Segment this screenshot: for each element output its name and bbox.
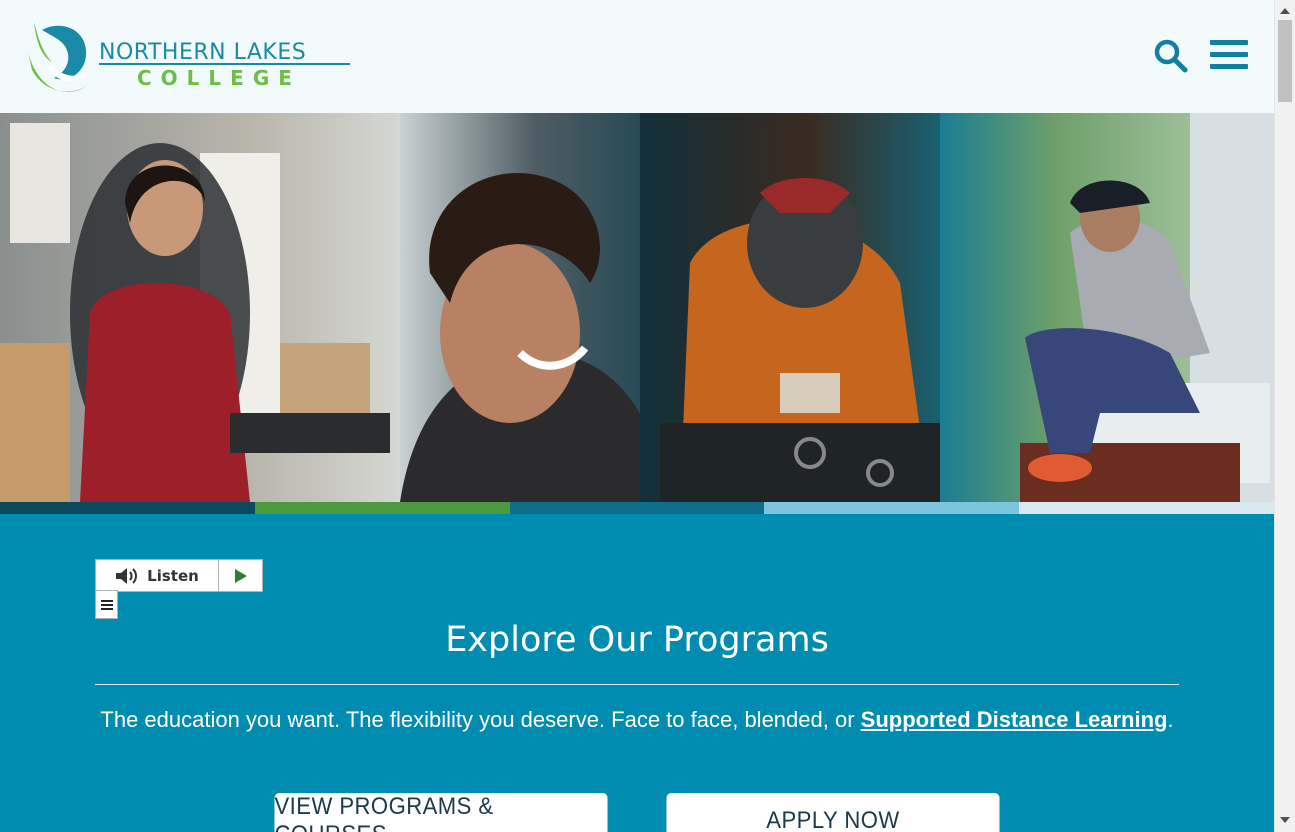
page-scrollbar[interactable]	[1274, 0, 1295, 832]
apply-now-button[interactable]: APPLY NOW	[666, 793, 1000, 832]
hero-panel-phone-student	[940, 113, 1274, 502]
viewport: NORTHERN LAKES COLLEGE Listen Explore Ou…	[0, 0, 1274, 832]
hamburger-menu-icon	[1210, 40, 1248, 45]
tagline-end: .	[1167, 707, 1174, 732]
search-button[interactable]	[1153, 38, 1191, 76]
speaker-icon	[116, 567, 138, 584]
supported-distance-learning-link[interactable]: Supported Distance Learning	[861, 707, 1168, 732]
strip-segment	[764, 502, 1020, 514]
listen-menu-button[interactable]	[95, 590, 118, 619]
menu-lines-icon	[100, 599, 113, 610]
strip-segment	[509, 502, 765, 514]
hero-panel-receptionist	[0, 113, 420, 502]
logo-name-bottom: COLLEGE	[137, 66, 301, 90]
hero-panel-student	[400, 113, 670, 502]
play-button[interactable]	[219, 560, 262, 591]
hero-image	[0, 113, 1274, 502]
explore-programs-section: Listen Explore Our Programs The educatio…	[0, 514, 1274, 832]
strip-segment	[1019, 502, 1274, 514]
listen-label: Listen	[147, 566, 199, 585]
hero-color-strip	[0, 502, 1274, 514]
strip-segment	[0, 502, 255, 514]
play-icon	[234, 568, 247, 583]
site-header: NORTHERN LAKES COLLEGE	[0, 0, 1274, 113]
logo-mark-icon	[28, 22, 90, 93]
section-tagline: The education you want. The flexibility …	[0, 707, 1274, 733]
listen-widget: Listen	[95, 559, 263, 592]
hero-collage	[0, 113, 1274, 502]
section-title: Explore Our Programs	[445, 620, 829, 660]
scroll-down-arrow-icon[interactable]	[1280, 817, 1290, 823]
page: NORTHERN LAKES COLLEGE Listen Explore Ou…	[0, 0, 1295, 832]
hamburger-line	[1210, 64, 1248, 69]
listen-button[interactable]: Listen	[96, 560, 219, 591]
hero-panel-welder	[640, 113, 970, 502]
main-menu-button[interactable]	[1210, 40, 1250, 74]
hamburger-line	[1210, 52, 1248, 57]
section-divider	[95, 684, 1179, 685]
view-programs-button[interactable]: VIEW PROGRAMS & COURSES	[274, 793, 608, 832]
strip-segment	[254, 502, 510, 514]
search-icon	[1154, 39, 1188, 73]
scroll-up-arrow-icon[interactable]	[1280, 8, 1290, 14]
tagline-text: The education you want. The flexibility …	[100, 707, 861, 732]
scroll-thumb[interactable]	[1278, 20, 1292, 102]
logo-name-top: NORTHERN LAKES	[99, 40, 307, 65]
logo-underline	[99, 63, 350, 65]
